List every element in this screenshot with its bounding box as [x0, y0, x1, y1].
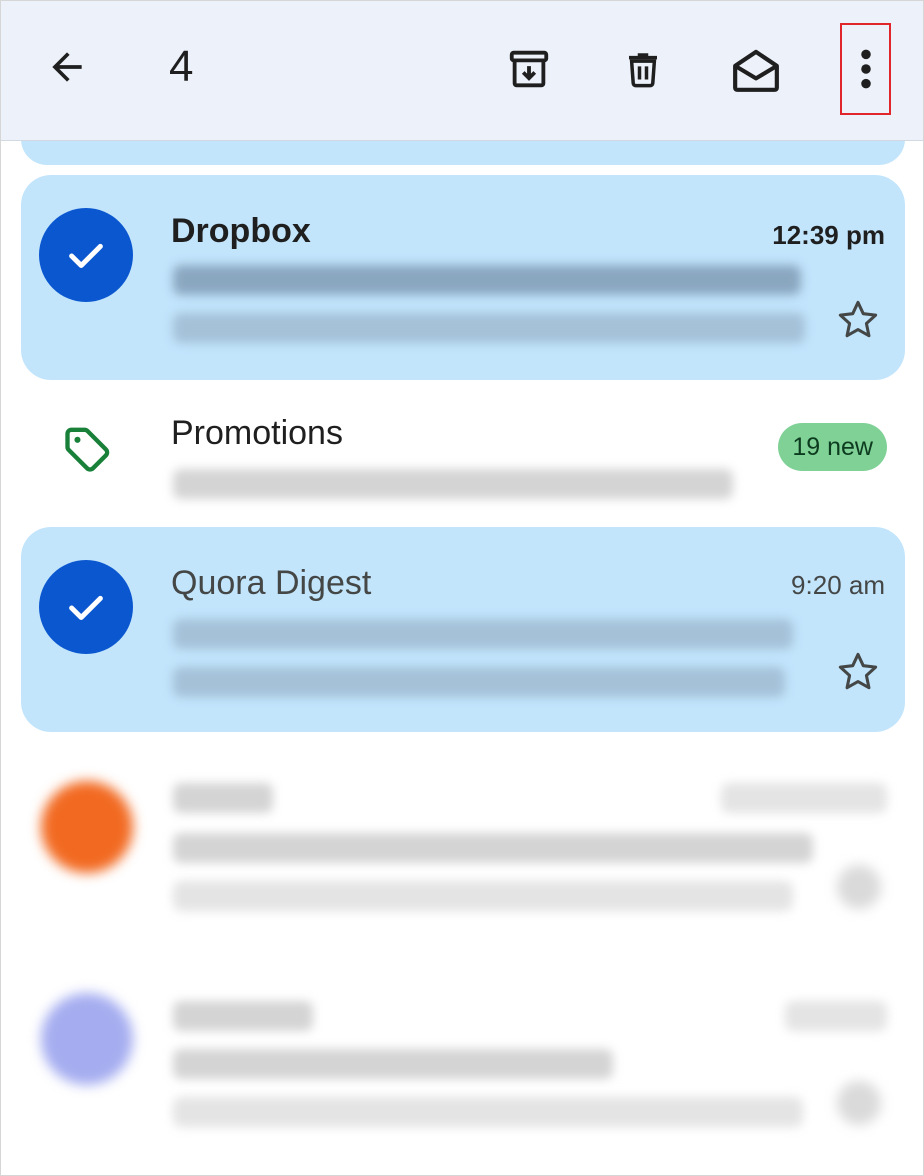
email-time: 12:39 pm — [772, 220, 885, 250]
email-sender-redacted — [173, 1001, 313, 1031]
more-options-button[interactable] — [840, 23, 891, 115]
selection-toolbar: 4 — [1, 1, 923, 141]
star-button-blurred[interactable] — [837, 865, 881, 909]
email-sender: Quora Digest — [171, 564, 372, 602]
email-time-redacted — [785, 1001, 887, 1031]
email-subject-redacted — [173, 1049, 613, 1079]
email-time-redacted — [721, 783, 887, 813]
email-snippet-redacted — [173, 881, 793, 911]
email-subject-redacted — [173, 265, 801, 295]
envelope-open-icon — [733, 49, 779, 92]
star-outline-icon — [838, 300, 878, 338]
star-outline-icon — [838, 652, 878, 690]
star-button-blurred[interactable] — [837, 1081, 881, 1125]
star-button[interactable] — [835, 649, 881, 695]
promotions-bundle-row[interactable]: Promotions 19 new — [21, 396, 905, 521]
new-count-badge: 19 new — [778, 423, 887, 471]
sender-avatar — [41, 781, 133, 873]
email-row-dropbox[interactable]: Dropbox 12:39 pm — [21, 175, 905, 380]
email-time: 9:20 am — [791, 570, 885, 600]
promotions-label: Promotions — [171, 414, 343, 452]
trash-icon — [629, 53, 657, 88]
email-sender: Dropbox — [171, 212, 311, 250]
email-row-blurred[interactable] — [21, 761, 905, 951]
sender-avatar — [41, 993, 133, 1085]
star-button[interactable] — [835, 297, 881, 343]
arrow-back-icon — [52, 52, 82, 82]
mark-as-read-button[interactable] — [723, 37, 789, 101]
email-subject-redacted — [173, 619, 793, 649]
email-snippet-redacted — [173, 667, 785, 697]
delete-button[interactable] — [611, 37, 675, 101]
archive-icon — [509, 50, 549, 88]
email-subject-redacted — [173, 833, 813, 863]
selected-count: 4 — [169, 42, 194, 91]
back-button[interactable] — [37, 37, 97, 97]
email-row-blurred[interactable] — [21, 981, 905, 1171]
checkmark-icon — [69, 243, 103, 269]
more-vertical-icon — [860, 49, 871, 89]
promotions-senders-redacted — [173, 469, 733, 499]
selected-check-avatar[interactable] — [39, 208, 133, 302]
email-snippet-redacted — [173, 313, 805, 343]
tag-icon — [61, 424, 113, 476]
mail-list-screen: 4 Dropbox 12:39 pm Promotions 19 new Quo… — [0, 0, 924, 1176]
email-snippet-redacted — [173, 1097, 803, 1127]
email-row-quora-digest[interactable]: Quora Digest 9:20 am — [21, 527, 905, 732]
archive-button[interactable] — [497, 37, 561, 101]
selected-check-avatar[interactable] — [39, 560, 133, 654]
checkmark-icon — [69, 595, 103, 621]
email-sender-redacted — [173, 783, 273, 813]
